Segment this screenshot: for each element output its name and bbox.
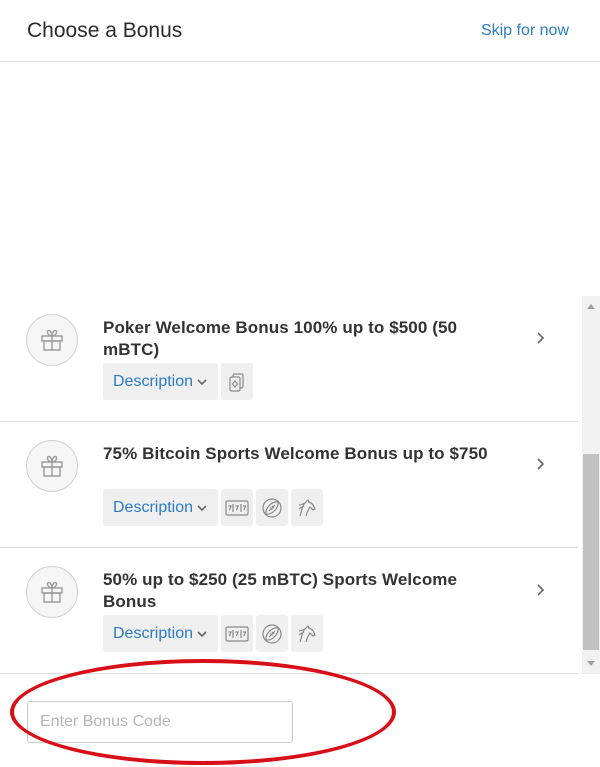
bonus-list: Poker Welcome Bonus 100% up to $500 (50 … xyxy=(0,296,578,674)
description-label: Description xyxy=(113,498,194,516)
bonus-title: Poker Welcome Bonus 100% up to $500 (50 … xyxy=(103,318,458,359)
chevron-right-icon[interactable] xyxy=(534,331,548,345)
bonus-item-poker[interactable]: Poker Welcome Bonus 100% up to $500 (50 … xyxy=(0,296,578,422)
football-icon xyxy=(256,615,289,652)
description-toggle[interactable]: Description xyxy=(103,615,219,652)
poker-cards-icon xyxy=(221,363,254,400)
bonus-tags: Description xyxy=(103,363,254,400)
description-label: Description xyxy=(113,372,194,390)
chevron-right-icon[interactable] xyxy=(534,583,548,597)
dialog-header: Choose a Bonus Skip for now xyxy=(0,0,600,62)
slot-machine-icon xyxy=(221,615,254,652)
chevron-down-icon xyxy=(197,504,207,511)
list-scrollbar[interactable] xyxy=(582,296,600,674)
gift-icon xyxy=(26,440,78,492)
scroll-down-arrow-icon[interactable] xyxy=(587,661,595,666)
bonus-title: 75% Bitcoin Sports Welcome Bonus up to $… xyxy=(103,444,488,463)
chevron-right-icon[interactable] xyxy=(534,457,548,471)
scroll-up-arrow-icon[interactable] xyxy=(587,304,595,309)
skip-for-now-link[interactable]: Skip for now xyxy=(481,22,569,40)
gift-icon xyxy=(26,566,78,618)
chevron-down-icon xyxy=(197,630,207,637)
horse-racing-icon xyxy=(291,489,324,526)
football-icon xyxy=(256,489,289,526)
description-toggle[interactable]: Description xyxy=(103,363,219,400)
bonus-item-bitcoin-sports[interactable]: 75% Bitcoin Sports Welcome Bonus up to $… xyxy=(0,422,578,548)
scroll-thumb[interactable] xyxy=(583,454,599,650)
bonus-code-input[interactable] xyxy=(27,701,293,743)
bonus-tags: Description xyxy=(103,489,324,526)
description-toggle[interactable]: Description xyxy=(103,489,219,526)
slot-machine-icon xyxy=(221,489,254,526)
bonus-title: 50% up to $250 (25 mBTC) Sports Welcome … xyxy=(103,570,458,611)
horse-racing-icon xyxy=(291,615,324,652)
description-label: Description xyxy=(113,624,194,642)
bonus-tags: Description xyxy=(103,615,324,652)
chevron-down-icon xyxy=(197,378,207,385)
dialog-title: Choose a Bonus xyxy=(27,19,183,42)
gift-icon xyxy=(26,314,78,366)
bonus-item-sports[interactable]: 50% up to $250 (25 mBTC) Sports Welcome … xyxy=(0,548,578,674)
